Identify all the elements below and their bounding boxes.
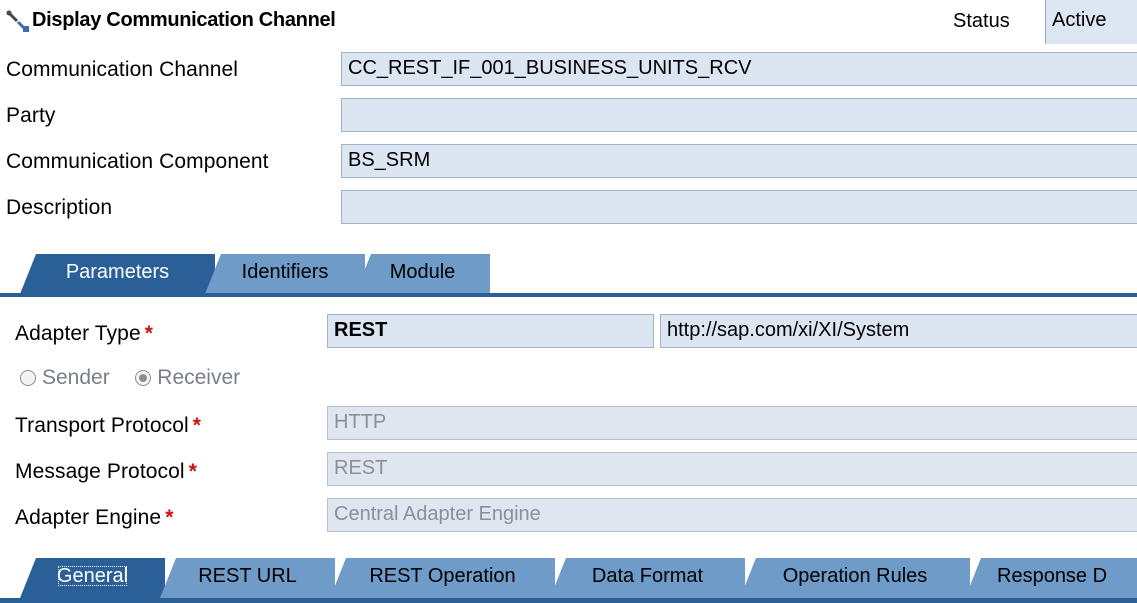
main-tab-underline [0, 293, 1137, 297]
required-marker: * [144, 322, 154, 345]
tab-rest-url[interactable]: REST URL [160, 558, 335, 598]
adapter-type-label: Adapter Type * [15, 322, 154, 345]
tab-identifiers[interactable]: Identifiers [205, 254, 365, 294]
message-protocol-label: Message Protocol * [15, 460, 197, 483]
tab-data-format[interactable]: Data Format [550, 558, 745, 598]
sender-radio[interactable] [20, 370, 36, 386]
communication-channel-label: Communication Channel [6, 58, 239, 81]
sub-tab-bar: General REST URL REST Operation Data For… [0, 552, 1137, 598]
communication-component-field[interactable]: BS_SRM [341, 144, 1137, 178]
transport-protocol-field[interactable]: HTTP [327, 406, 1137, 440]
transport-protocol-label: Transport Protocol * [15, 414, 202, 437]
title-bar: Display Communication Channel Status Act… [0, 0, 1137, 44]
tab-response-d[interactable]: Response D [965, 558, 1137, 598]
sender-label: Sender [42, 366, 110, 389]
main-tab-bar: Parameters Identifiers Module [0, 248, 1137, 294]
tab-module[interactable]: Module [355, 254, 490, 294]
adapter-engine-field[interactable]: Central Adapter Engine [327, 498, 1137, 532]
party-label: Party [6, 104, 56, 127]
direction-radio-group: Sender Receiver [20, 366, 240, 390]
sub-tab-underline [0, 598, 1137, 603]
tab-general[interactable]: General [20, 558, 165, 598]
status-label: Status [953, 10, 1010, 32]
page-title: Display Communication Channel [32, 9, 336, 31]
message-protocol-field[interactable]: REST [327, 452, 1137, 486]
receiver-radio[interactable] [135, 370, 152, 386]
receiver-label: Receiver [157, 366, 241, 389]
party-field[interactable] [341, 98, 1137, 132]
description-field[interactable] [341, 190, 1137, 224]
description-label: Description [6, 196, 113, 219]
adapter-namespace-field[interactable]: http://sap.com/xi/XI/System [660, 314, 1137, 348]
tab-parameters[interactable]: Parameters [20, 254, 215, 294]
tab-operation-rules[interactable]: Operation Rules [740, 558, 970, 598]
adapter-engine-label: Adapter Engine * [15, 506, 174, 529]
communication-channel-field[interactable]: CC_REST_IF_001_BUSINESS_UNITS_RCV [341, 52, 1137, 86]
tab-rest-operation[interactable]: REST Operation [330, 558, 555, 598]
communication-component-label: Communication Component [6, 150, 269, 173]
status-field: Active [1045, 0, 1137, 44]
adapter-type-field[interactable]: REST [327, 314, 654, 348]
wrench-plug-icon [6, 10, 30, 32]
